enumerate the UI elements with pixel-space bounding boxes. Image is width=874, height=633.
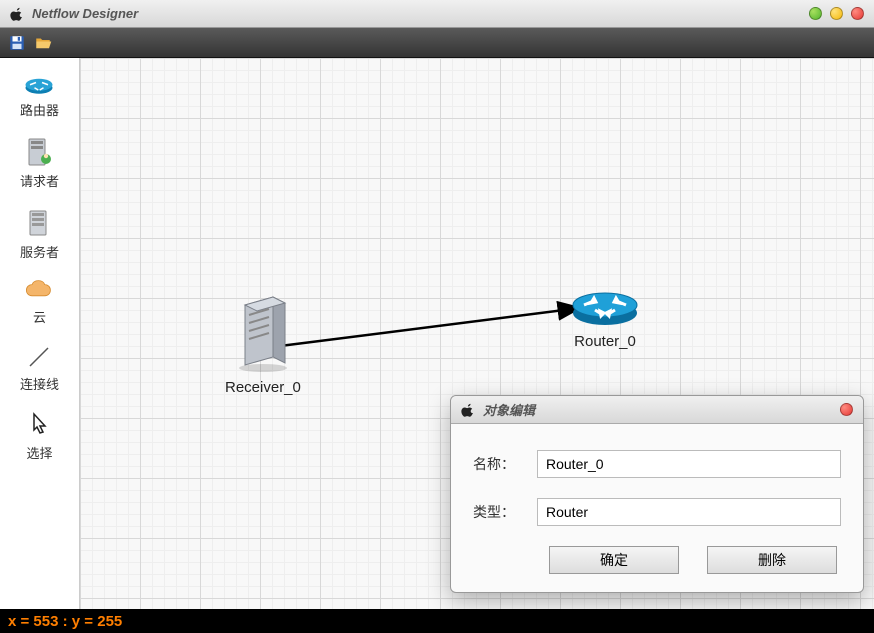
dialog-type-row: 类型： <box>473 498 841 526</box>
palette-router-label: 路由器 <box>20 100 59 119</box>
ok-button[interactable]: 确定 <box>549 546 679 574</box>
cloud-icon <box>24 279 56 303</box>
palette-requester-label: 请求者 <box>20 171 59 190</box>
dialog-button-row: 确定 删除 <box>473 546 841 574</box>
router-large-icon <box>570 283 640 327</box>
dialog-close-button[interactable] <box>840 403 853 416</box>
palette-line-label: 连接线 <box>20 374 59 393</box>
tool-palette: 路由器 请求者 服务者 <box>0 58 80 609</box>
node-label: Receiver_0 <box>225 379 301 396</box>
app-title: Netflow Designer <box>32 6 138 21</box>
status-bar: x = 553 : y = 255 <box>0 609 874 633</box>
dialog-name-row: 名称： <box>473 450 841 478</box>
type-label: 类型： <box>473 502 537 522</box>
node-router-0[interactable]: Router_0 <box>570 283 640 350</box>
router-icon <box>24 72 54 96</box>
requester-icon <box>26 137 52 167</box>
name-input[interactable] <box>537 450 841 478</box>
dialog-body: 名称： 类型： 确定 删除 <box>451 424 863 592</box>
palette-select[interactable]: 选择 <box>26 411 52 462</box>
apple-icon <box>10 7 24 21</box>
delete-button[interactable]: 删除 <box>707 546 837 574</box>
palette-server[interactable]: 服务者 <box>20 208 59 261</box>
open-icon[interactable] <box>34 34 52 52</box>
server-icon <box>26 208 52 238</box>
toolbar <box>0 28 874 58</box>
titlebar[interactable]: Netflow Designer <box>0 0 874 28</box>
dialog-titlebar[interactable]: 对象编辑 <box>451 396 863 424</box>
node-label: Router_0 <box>574 333 636 350</box>
palette-line[interactable]: 连接线 <box>20 344 59 393</box>
window-controls <box>809 7 864 20</box>
edge-receiver0-router0[interactable] <box>270 298 600 358</box>
minimize-button[interactable] <box>830 7 843 20</box>
palette-requester[interactable]: 请求者 <box>20 137 59 190</box>
apple-icon <box>461 403 475 417</box>
palette-select-label: 选择 <box>26 443 52 462</box>
palette-server-label: 服务者 <box>20 242 59 261</box>
select-icon <box>26 411 52 439</box>
save-icon[interactable] <box>8 34 26 52</box>
object-edit-dialog[interactable]: 对象编辑 名称： 类型： 确定 删除 <box>450 395 864 593</box>
type-input[interactable] <box>537 498 841 526</box>
maximize-button[interactable] <box>809 7 822 20</box>
line-icon <box>26 344 52 370</box>
close-button[interactable] <box>851 7 864 20</box>
palette-router[interactable]: 路由器 <box>20 72 59 119</box>
dialog-title: 对象编辑 <box>483 400 535 419</box>
name-label: 名称： <box>473 454 537 474</box>
server-tower-icon <box>233 293 293 373</box>
palette-cloud-label: 云 <box>33 307 46 326</box>
node-receiver-0[interactable]: Receiver_0 <box>225 293 301 396</box>
cursor-coordinates: x = 553 : y = 255 <box>8 613 122 630</box>
app-window: Netflow Designer <box>0 0 874 633</box>
palette-cloud[interactable]: 云 <box>24 279 56 326</box>
